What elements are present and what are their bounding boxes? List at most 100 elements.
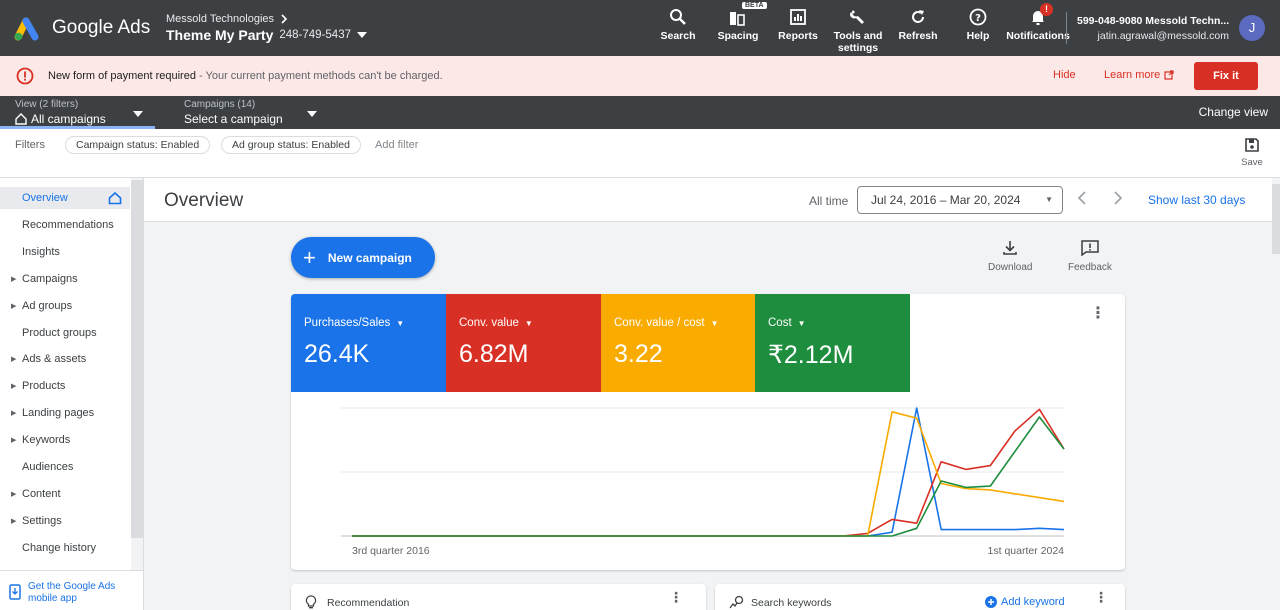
reports-tool-button[interactable]: Reports — [768, 0, 828, 56]
refresh-button[interactable]: Refresh — [888, 0, 948, 56]
chart-series-line-conv-value[interactable] — [352, 408, 1065, 537]
sidebar-item-label: Campaigns — [22, 272, 78, 285]
alert-detail: - Your current payment methods can't be … — [195, 70, 443, 82]
main-scroll-thumb[interactable] — [1272, 184, 1280, 254]
home-icon — [15, 113, 27, 125]
search-tool-button[interactable]: Search — [648, 0, 708, 56]
alert-message: New form of payment required - Your curr… — [48, 70, 443, 82]
sidebar-item-label: Products — [22, 380, 66, 393]
caret-down-icon[interactable] — [307, 111, 317, 117]
google-ads-logo-icon — [14, 15, 42, 41]
chart-series-line-conv-value-cost[interactable] — [352, 410, 1065, 537]
new-campaign-button[interactable]: + New campaign — [291, 237, 435, 278]
alert-learn-more-link[interactable]: Learn more — [1104, 69, 1174, 81]
sidebar-item-audiences[interactable]: Audiences — [0, 456, 130, 478]
sidebar-item-keywords[interactable]: ▶ Keywords — [0, 429, 130, 451]
lightbulb-icon — [305, 595, 317, 609]
sidebar-item-landing-pages[interactable]: ▶ Landing pages — [0, 402, 130, 424]
user-email: jatin.agrawal@messold.com — [1097, 30, 1229, 42]
save-filter-button[interactable]: Save — [1238, 137, 1266, 168]
date-range-picker[interactable]: Jul 24, 2016 – Mar 20, 2024 ▼ — [857, 186, 1063, 214]
sidebar-item-overview[interactable]: Overview — [0, 187, 130, 209]
campaign-selector-bar: View (2 filters) All campaigns Campaigns… — [0, 96, 1280, 129]
main-scrollbar[interactable] — [1272, 178, 1280, 610]
chart-x-tick-label: 3rd quarter 2016 — [352, 545, 430, 557]
performance-line-chart: 3rd quarter 2016 1st quarter 2024 — [341, 407, 1065, 557]
sidebar-item-recommendations[interactable]: Recommendations — [0, 214, 130, 236]
sidebar-item-settings[interactable]: ▶ Settings — [0, 510, 130, 532]
feedback-button[interactable]: Feedback — [1068, 240, 1112, 273]
filters-label: Filters — [15, 139, 45, 151]
avatar[interactable]: J — [1239, 15, 1265, 41]
sidebar-item-ads-assets[interactable]: ▶ Ads & assets — [0, 348, 130, 370]
sidebar-item-campaigns[interactable]: ▶ Campaigns — [0, 268, 130, 290]
change-view-button[interactable]: Change view — [1199, 105, 1268, 119]
mobile-app-promo[interactable]: Get the Google Ads mobile app — [0, 570, 143, 610]
chevron-right-icon — [281, 14, 288, 24]
download-button[interactable]: Download — [988, 240, 1032, 273]
chart-series-line-cost[interactable] — [352, 416, 1065, 537]
external-link-icon — [1164, 70, 1174, 80]
more-options-icon[interactable]: ⋮ — [669, 590, 683, 604]
sidebar-item-label: Ads & assets — [22, 353, 87, 366]
sidebar-item-insights[interactable]: Insights — [0, 241, 130, 263]
campaign-count: Campaigns (14) — [184, 99, 256, 110]
sidebar-item-ad-groups[interactable]: ▶ Ad groups — [0, 295, 130, 317]
refresh-icon — [912, 10, 924, 23]
learn-more-label: Learn more — [1104, 69, 1161, 81]
view-selector[interactable]: View (2 filters) All campaigns — [15, 99, 106, 126]
metric-tile-conv-value[interactable]: Conv. value ▼ 6.82M — [446, 294, 601, 392]
spacing-icon — [730, 12, 745, 26]
notifications-button[interactable]: ! Notifications — [1006, 0, 1070, 56]
metric-tile-cost[interactable]: Cost ▼ ₹2.12M — [755, 294, 910, 392]
tools-settings-button[interactable]: Tools and settings — [828, 0, 888, 56]
metric-label: Conv. value — [459, 317, 519, 329]
previous-period-button[interactable] — [1077, 191, 1087, 208]
reports-tool-label: Reports — [778, 30, 818, 42]
more-options-icon[interactable]: ⋮ — [1090, 306, 1106, 322]
metric-value: ₹2.12M — [768, 341, 854, 369]
help-icon: ? — [969, 8, 987, 26]
add-keyword-button[interactable]: Add keyword — [985, 596, 1065, 608]
fix-it-button[interactable]: Fix it — [1194, 62, 1258, 90]
filter-chip-campaign-status[interactable]: Campaign status: Enabled — [65, 136, 211, 154]
alert-hide-button[interactable]: Hide — [1053, 69, 1076, 81]
account-id: 248-749-5437 — [279, 29, 351, 41]
metric-tile-conv-value-cost[interactable]: Conv. value / cost ▼ 3.22 — [601, 294, 756, 392]
view-filter-count: View (2 filters) — [15, 99, 79, 110]
campaign-selector[interactable]: Campaigns (14) Select a campaign — [184, 99, 283, 126]
account-switcher[interactable]: Messold Technologies Theme My Party 248-… — [166, 13, 367, 43]
caret-down-icon: ▼ — [710, 318, 719, 328]
sidebar-item-product-groups[interactable]: Product groups — [0, 322, 130, 344]
sidebar-nav: Overview Recommendations Insights ▶ Campaign… — [0, 178, 144, 610]
sidebar-item-products[interactable]: ▶ Products — [0, 375, 130, 397]
sidebar-item-label: Settings — [22, 514, 62, 527]
expand-caret-icon: ▶ — [11, 383, 17, 391]
more-options-icon[interactable]: ⋮ — [1094, 590, 1108, 604]
header-divider — [1066, 12, 1067, 44]
sidebar-item-content[interactable]: ▶ Content — [0, 483, 130, 505]
google-ads-logo[interactable]: Google Ads — [14, 15, 164, 41]
search-keywords-card: Search keywords Add keyword ⋮ — [715, 584, 1125, 610]
account-org: Messold Technologies — [166, 13, 275, 25]
payment-alert-banner: New form of payment required - Your curr… — [0, 56, 1280, 96]
save-label: Save — [1241, 157, 1263, 168]
caret-down-icon: ▼ — [1045, 195, 1053, 204]
filter-chip-ad-group-status[interactable]: Ad group status: Enabled — [221, 136, 361, 154]
spacing-tool-button[interactable]: BETA Spacing — [708, 0, 768, 56]
metric-label: Purchases/Sales — [304, 317, 391, 329]
expand-caret-icon: ▶ — [11, 275, 17, 283]
refresh-label: Refresh — [898, 30, 938, 42]
metric-tile-purchases[interactable]: Purchases/Sales ▼ 26.4K — [291, 294, 446, 392]
user-account-info[interactable]: 599-048-9080 Messold Techn... jatin.agra… — [1077, 15, 1229, 42]
sidebar-item-change-history[interactable]: Change history — [0, 537, 130, 559]
caret-down-icon[interactable] — [133, 111, 143, 117]
add-filter-button[interactable]: Add filter — [375, 139, 418, 151]
help-button[interactable]: ? Help — [948, 0, 1008, 56]
sidebar-scroll-thumb[interactable] — [131, 180, 143, 538]
sidebar-item-label: Recommendations — [22, 218, 114, 231]
next-period-button[interactable] — [1113, 191, 1123, 208]
show-last-30-days-link[interactable]: Show last 30 days — [1148, 193, 1245, 207]
account-name: Theme My Party — [166, 27, 274, 43]
expand-caret-icon: ▶ — [11, 356, 17, 364]
